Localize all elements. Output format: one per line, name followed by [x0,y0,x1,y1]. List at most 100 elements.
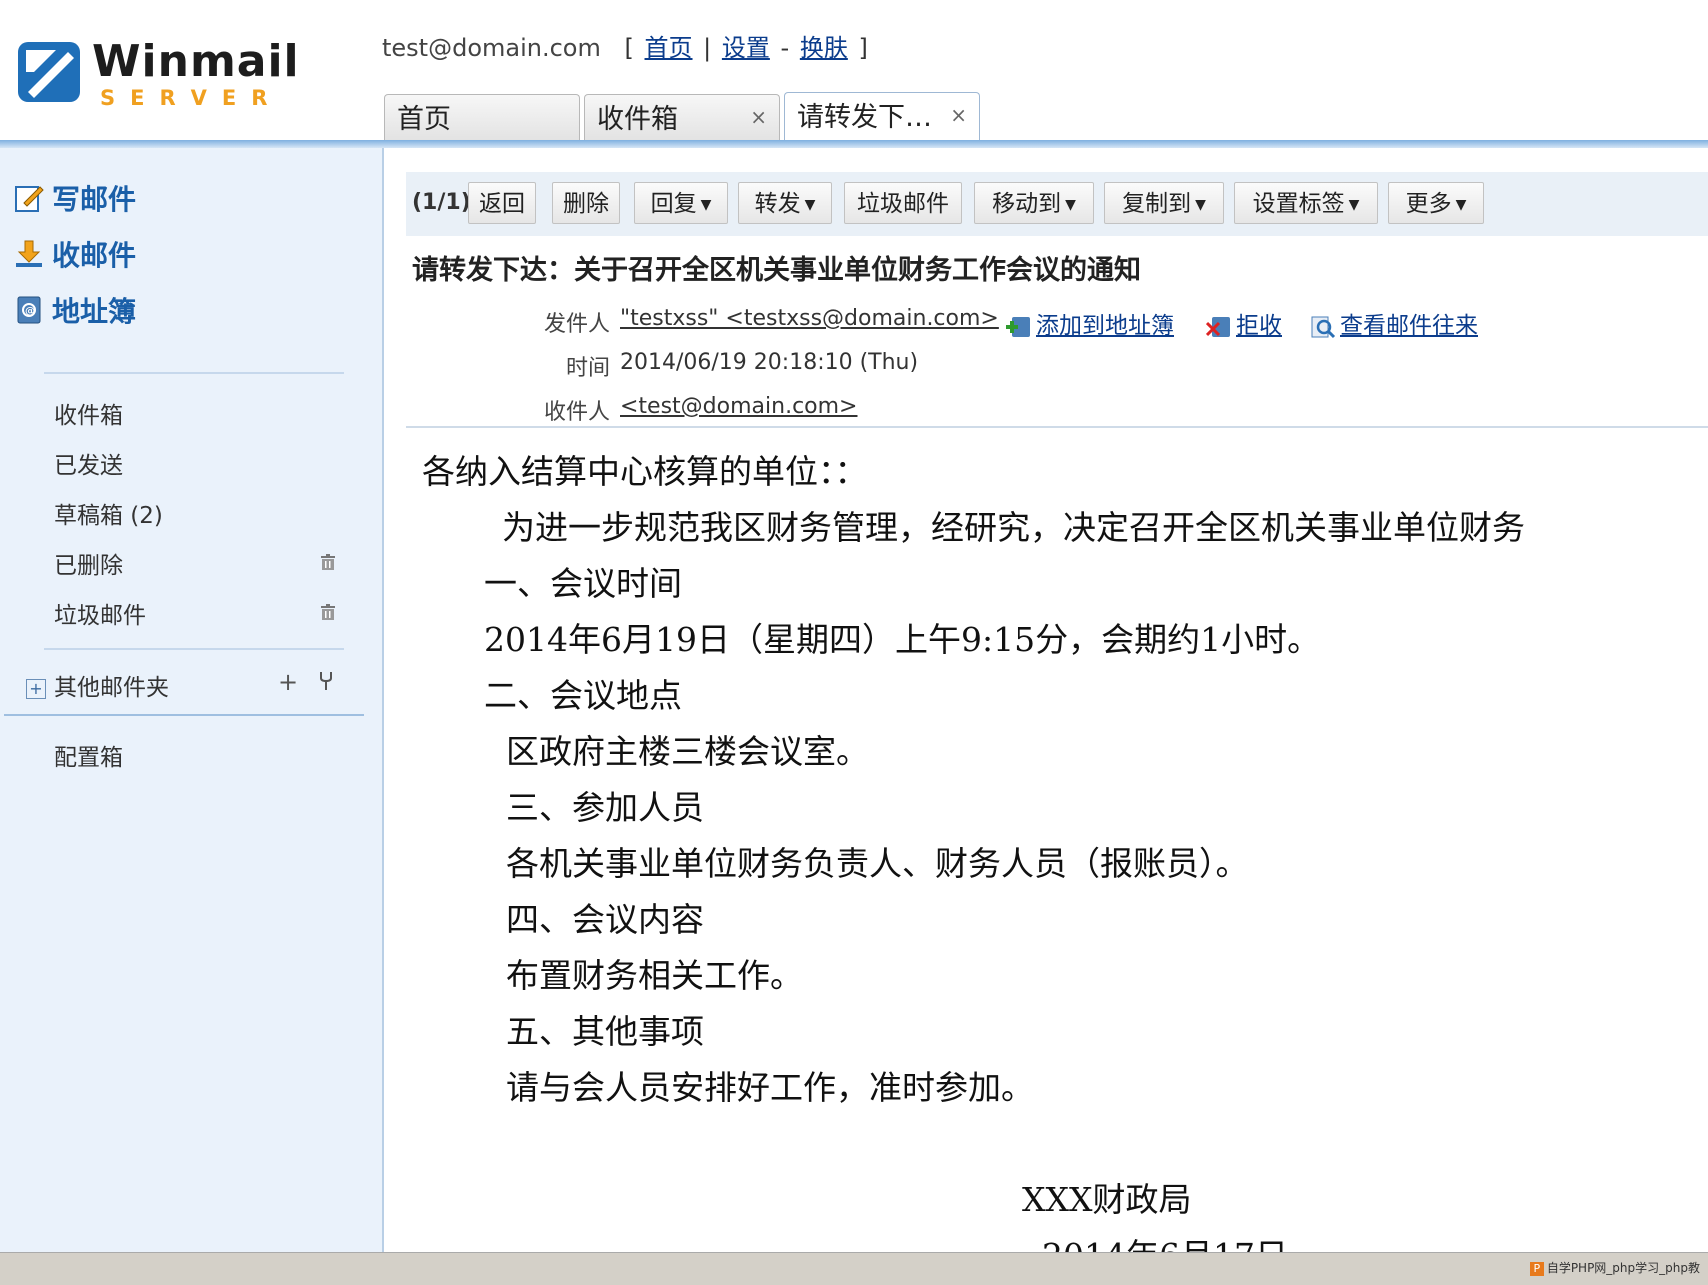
other-folders-toggle[interactable]: + 其他邮件夹 [26,668,169,702]
view-history-link[interactable]: 查看邮件往来 [1310,306,1478,340]
receive-button[interactable]: 收邮件 [14,234,136,274]
header: Winmail SERVER test@domain.com [ 首页 | 设置… [0,0,1708,148]
copy-to-label: 复制到 [1122,191,1192,217]
compose-label: 写邮件 [52,183,137,216]
chevron-down-icon: ▼ [1348,196,1360,213]
delete-button[interactable]: 删除 [552,182,620,224]
to-label: 收件人 [543,400,610,425]
body-line: 四、会议内容 [506,900,704,939]
separator: | [703,34,712,62]
tab-home[interactable]: 首页 [384,94,580,140]
receive-label: 收邮件 [52,239,137,272]
body-line: 五、其他事项 [506,1012,704,1051]
body-line: 2014年6月19日（星期四）上午9:15分，会期约1小时。 [484,620,1321,659]
sidebar: 写邮件 收邮件 @ 地址簿 收件箱 已发送 草稿箱 (2) 已删除 垃圾邮件 +… [0,148,384,1252]
trash-icon[interactable] [318,602,338,622]
view-history-label: 查看邮件往来 [1340,313,1478,339]
from-label: 发件人 [543,312,610,337]
chevron-down-icon: ▼ [1065,196,1076,213]
folder-inbox[interactable]: 收件箱 [54,396,123,430]
add-contact-icon [1006,316,1030,337]
chevron-down-icon: ▼ [804,196,816,213]
more-label: 更多 [1405,191,1452,217]
user-email: test@domain.com [382,34,601,62]
time-label: 时间 [565,356,610,381]
add-folder-icon[interactable]: + [278,668,298,696]
tab-inbox[interactable]: 收件箱 × [584,94,780,140]
copy-to-button[interactable]: 复制到 ▼ [1104,182,1224,224]
header-divider [0,140,1708,148]
download-icon [16,240,42,267]
chevron-down-icon: ▼ [1455,196,1467,213]
home-link[interactable]: 首页 [645,34,693,62]
delete-label: 删除 [563,191,609,217]
reject-icon [1206,316,1230,337]
tab-label: 请转发下… [797,102,932,133]
trash-icon[interactable] [318,552,338,572]
sidebar-divider [44,372,344,374]
forward-label: 转发 [754,191,801,217]
reject-label: 拒收 [1236,313,1282,339]
more-button[interactable]: 更多 ▼ [1388,182,1484,224]
spam-label: 垃圾邮件 [857,191,949,217]
watermark-text: 自学PHP网_php学习_php教 [1546,1261,1700,1275]
close-icon[interactable]: × [950,93,967,137]
body-line: 请与会人员安排好工作，准时参加。 [506,1068,1034,1107]
spam-button[interactable]: 垃圾邮件 [844,182,962,224]
folder-spam[interactable]: 垃圾邮件 [54,596,146,630]
addressbook-button[interactable]: @ 地址簿 [14,290,136,330]
back-label: 返回 [479,191,525,217]
tab-label: 收件箱 [597,104,678,135]
watermark-logo-icon: P [1529,1261,1544,1276]
reply-button[interactable]: 回复 ▼ [634,182,728,224]
message-subject: 请转发下达：关于召开全区机关事业单位财务工作会议的通知 [412,255,1141,286]
add-to-addressbook-link[interactable]: 添加到地址簿 [1006,306,1174,340]
to-address-link[interactable]: <test@domain.com> [620,394,858,419]
addressbook-label: 地址簿 [52,295,137,328]
body-line: 三、参加人员 [506,788,704,827]
addressbook-icon: @ [17,296,41,324]
back-button[interactable]: 返回 [468,182,536,224]
skin-link[interactable]: 换肤 [800,34,848,62]
separator: - [780,34,790,62]
winmail-logo[interactable]: Winmail SERVER [16,36,299,110]
chevron-down-icon: ▼ [1195,196,1206,213]
body-line: 一、会议时间 [484,564,682,603]
folder-drafts[interactable]: 草稿箱 (2) [54,496,163,530]
move-to-button[interactable]: 移动到 ▼ [974,182,1094,224]
compose-button[interactable]: 写邮件 [14,178,136,218]
sidebar-divider [4,714,364,716]
body-line: 二、会议地点 [484,676,682,715]
from-address-link[interactable]: "testxss" <testxss@domain.com> [620,306,999,331]
tab-message[interactable]: 请转发下… × [784,92,980,142]
other-folders-label: 其他邮件夹 [54,675,169,701]
reply-label: 回复 [650,191,697,217]
set-label-label: 设置标签 [1252,191,1345,217]
body-line: 区政府主楼三楼会议室。 [506,732,869,771]
set-label-button[interactable]: 设置标签 ▼ [1234,182,1378,224]
close-icon[interactable]: × [750,95,767,139]
reject-link[interactable]: 拒收 [1206,306,1282,340]
status-bar: P 自学PHP网_php学习_php教 [0,1252,1708,1285]
tab-label: 首页 [397,104,451,135]
user-bar: test@domain.com [ 首页 | 设置 - 换肤 ] [382,28,868,63]
folder-sent[interactable]: 已发送 [54,446,123,480]
chevron-down-icon: ▼ [700,196,712,213]
folder-config[interactable]: 配置箱 [54,738,123,772]
move-to-label: 移动到 [992,191,1062,217]
compose-icon [15,186,44,212]
logo-subtitle: SERVER [100,86,283,110]
pager: (1/1) [412,190,471,215]
folder-deleted[interactable]: 已删除 [54,546,123,580]
body-signature: XXX财政局 [1022,1180,1192,1219]
forward-button[interactable]: 转发 ▼ [738,182,832,224]
body-line: 布置财务相关工作。 [506,956,803,995]
body-line: 各纳入结算中心核算的单位：： [422,452,868,491]
time-value: 2014/06/19 20:18:10 (Thu) [620,350,919,375]
settings-link[interactable]: 设置 [722,34,770,62]
expand-icon[interactable]: + [26,678,46,699]
winmail-logo-icon [18,42,80,102]
bracket-open: [ [624,34,634,62]
folder-settings-icon[interactable] [318,670,334,692]
search-mail-icon [1311,316,1336,338]
